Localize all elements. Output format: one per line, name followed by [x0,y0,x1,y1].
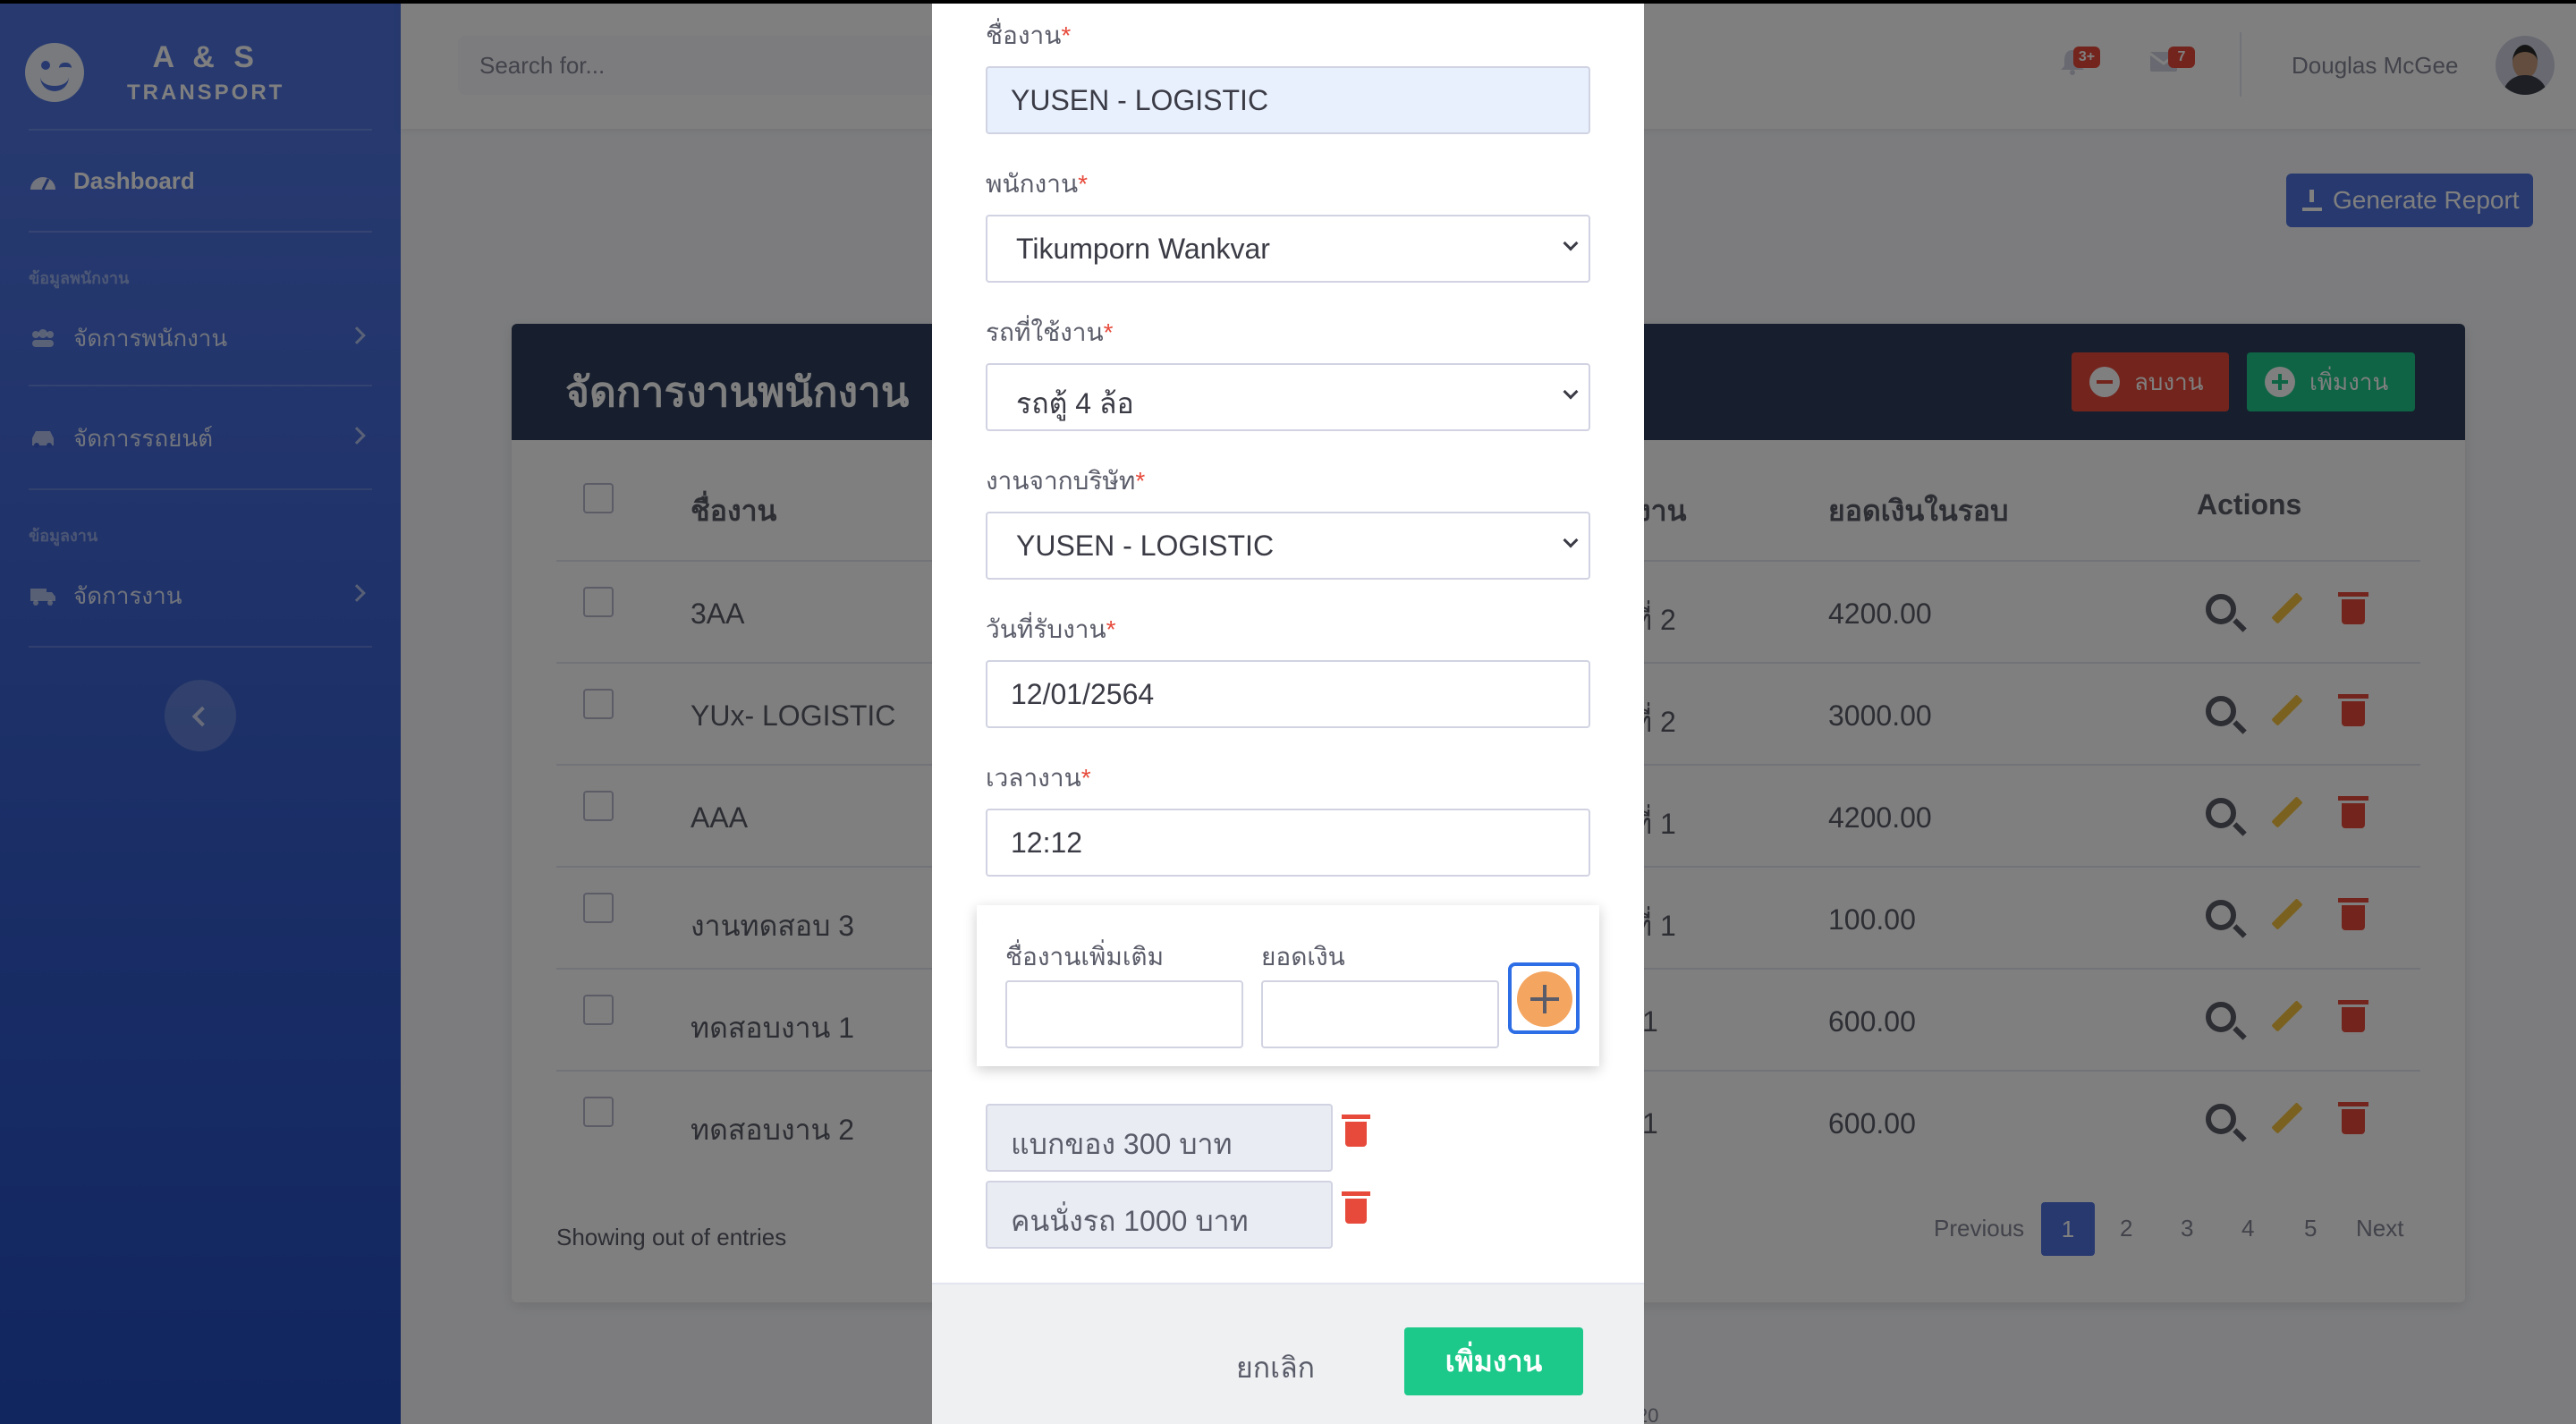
vehicle-selected: รถตู้ 4 ล้อ [1016,387,1134,420]
plus-icon [1517,971,1572,1027]
job-name-input[interactable]: YUSEN - LOGISTIC [986,66,1590,134]
job-name-label: ชื่องาน* [986,21,1072,49]
employee-selected: Tikumporn Wankvar [1016,233,1270,265]
extra-item: แบกของ 300 บาท [986,1104,1333,1172]
date-label: วันที่รับงาน* [986,615,1116,643]
trash-icon[interactable] [1342,1115,1370,1147]
chevron-down-icon [1563,384,1579,400]
company-select[interactable]: YUSEN - LOGISTIC [986,512,1590,580]
submit-add-job-button[interactable]: เพิ่มงาน [1404,1327,1583,1395]
add-extra-button[interactable] [1508,962,1580,1034]
company-label: งานจากบริษัท* [986,467,1146,495]
time-input[interactable]: 12:12 [986,809,1590,877]
extra-job-panel: ชื่องานเพิ่มเติม ยอดเงิน [977,905,1599,1066]
company-selected: YUSEN - LOGISTIC [1016,530,1275,562]
employee-select[interactable]: Tikumporn Wankvar [986,215,1590,283]
extra-amount-label: ยอดเงิน [1261,943,1345,971]
trash-icon[interactable] [1342,1191,1370,1224]
add-job-modal: ชื่องาน* YUSEN - LOGISTIC พนักงาน* Tikum… [932,4,1644,1424]
chevron-down-icon [1563,235,1579,251]
vehicle-select[interactable]: รถตู้ 4 ล้อ [986,363,1590,431]
extra-name-input[interactable] [1005,980,1243,1048]
vehicle-label: รถที่ใช้งาน* [986,318,1114,346]
extra-amount-input[interactable] [1261,980,1499,1048]
modal-footer: ยกเลิก เพิ่มงาน [932,1283,1644,1424]
employee-label: พนักงาน* [986,170,1088,198]
time-label: เวลางาน* [986,764,1091,792]
date-input[interactable]: 12/01/2564 [986,660,1590,728]
extra-name-label: ชื่องานเพิ่มเติม [1005,943,1165,971]
chevron-down-icon [1563,532,1579,548]
extra-item: คนนั่งรถ 1000 บาท [986,1181,1333,1249]
cancel-button[interactable]: ยกเลิก [1236,1345,1315,1391]
